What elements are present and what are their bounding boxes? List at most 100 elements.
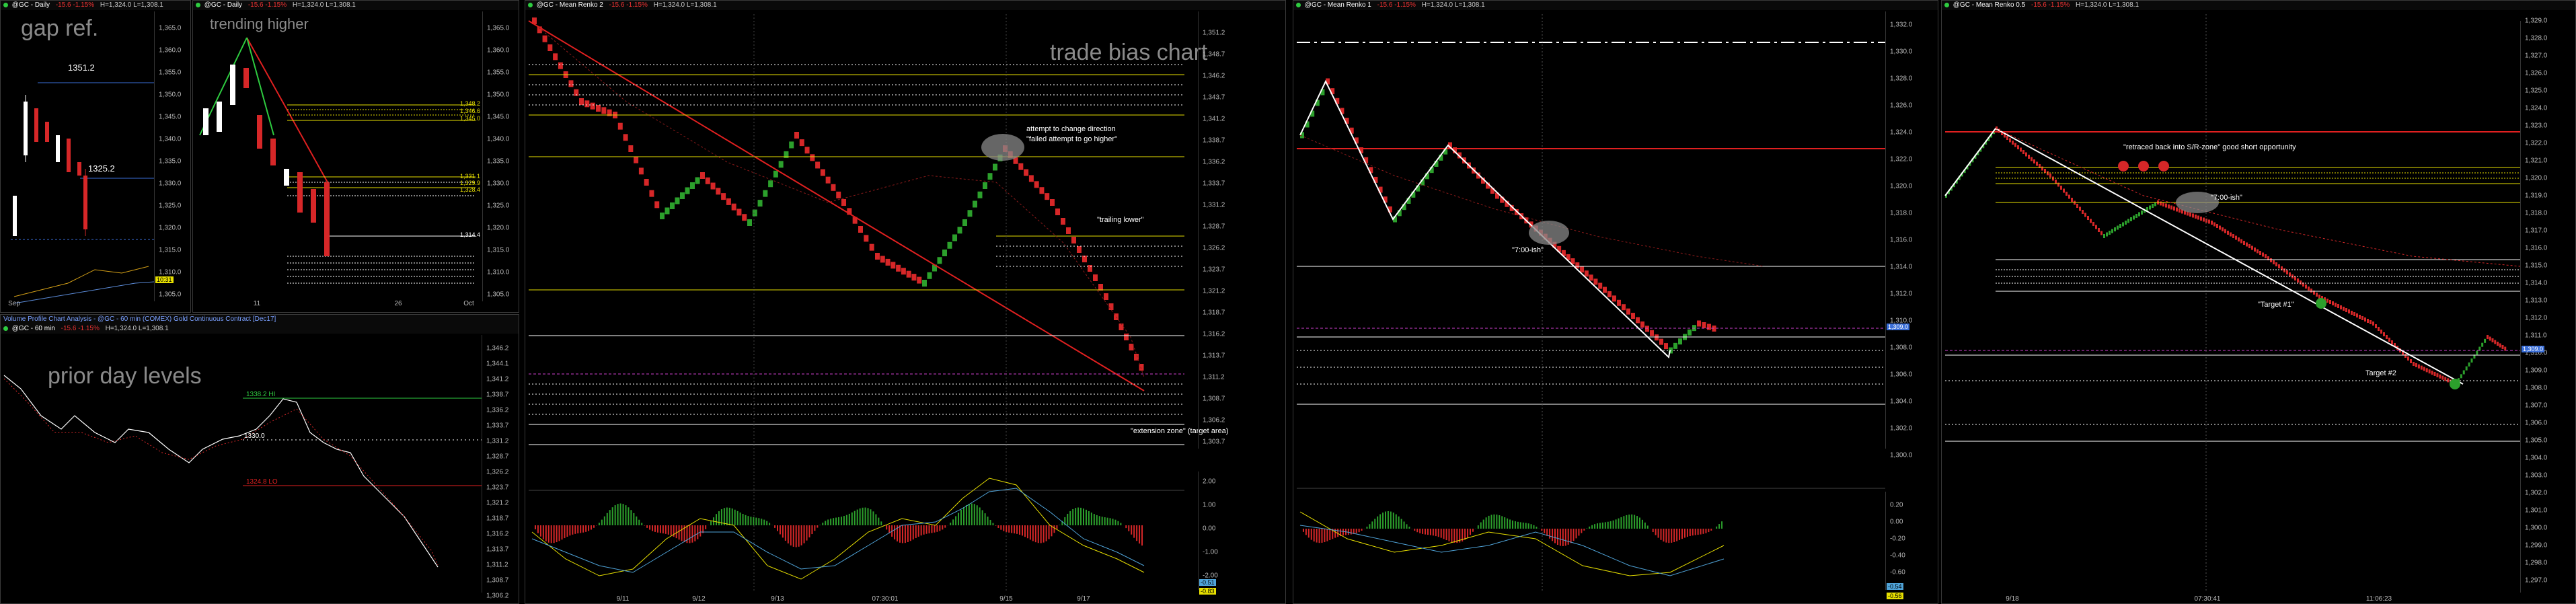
oscillator-axis[interactable]: 2.00 1.00 0.00 -1.00 -2.00 bbox=[1198, 471, 1235, 590]
histogram-bar bbox=[564, 525, 566, 539]
histogram-bar bbox=[875, 514, 877, 525]
histogram-bar bbox=[556, 525, 558, 543]
renko-brick bbox=[2254, 248, 2256, 252]
histogram-bar bbox=[1482, 519, 1484, 529]
histogram-bar bbox=[944, 525, 946, 528]
histogram-bar bbox=[1101, 517, 1103, 525]
y-axis[interactable]: 1,329.0 1,328.0 1,327.0 1,326.0 1,325.0 … bbox=[2520, 17, 2557, 593]
y-axis[interactable]: 1,365.0 1,360.0 1,355.0 1,350.0 1,345.0 … bbox=[482, 11, 519, 301]
panel-trade-bias[interactable]: @GC - Mean Renko 2 -15.6 -1.15% H=1,324.… bbox=[525, 0, 1286, 604]
level-tag: 1,328.4 bbox=[460, 186, 481, 193]
histogram-bar bbox=[1437, 529, 1439, 537]
histogram-bar bbox=[534, 525, 536, 530]
histogram-bar bbox=[817, 525, 819, 528]
renko-brick bbox=[1039, 187, 1045, 194]
renko-brick bbox=[2318, 295, 2320, 299]
histogram-bar bbox=[917, 525, 919, 537]
histogram-bar bbox=[1668, 529, 1670, 543]
renko-brick bbox=[2109, 231, 2111, 235]
price-plot bbox=[528, 14, 1184, 593]
histogram-bar bbox=[790, 525, 792, 545]
histogram-bar bbox=[939, 525, 941, 531]
renko-brick bbox=[1018, 163, 1024, 170]
renko-brick bbox=[2168, 204, 2170, 209]
histogram-bar bbox=[766, 521, 768, 525]
renko-brick bbox=[1640, 321, 1644, 328]
renko-brick bbox=[2246, 242, 2248, 247]
renko-brick bbox=[957, 227, 962, 234]
histogram-bar bbox=[942, 525, 944, 530]
y-tick: 1,320.0 bbox=[1890, 182, 1913, 190]
y-axis[interactable]: 1,332.0 1,330.0 1,328.0 1,326.0 1,324.0 … bbox=[1885, 11, 1922, 459]
y-tick: 1,355.0 bbox=[487, 69, 510, 77]
oscillator-axis[interactable]: 0.20 0.00 -0.20 -0.40 -0.60 bbox=[1885, 492, 1922, 590]
histogram-bar bbox=[960, 509, 962, 525]
renko-brick bbox=[2232, 234, 2234, 238]
x-tick: 9/17 bbox=[1077, 595, 1090, 603]
renko-brick bbox=[2273, 260, 2275, 264]
y-tick: 1,335.0 bbox=[487, 157, 510, 165]
histogram-bar bbox=[1512, 520, 1513, 529]
histogram-bar bbox=[1302, 529, 1304, 532]
y-axis[interactable]: 1,351.2 1,348.7 1,346.2 1,343.7 1,341.2 … bbox=[1198, 11, 1235, 449]
y-tick: 1,302.0 bbox=[1890, 424, 1913, 432]
renko-brick bbox=[2095, 225, 2097, 229]
histogram-bar bbox=[617, 504, 619, 525]
renko-brick bbox=[2031, 157, 2033, 161]
y-tick: 1,312.0 bbox=[1890, 290, 1913, 298]
osc-tick: -0.60 bbox=[1890, 568, 1905, 576]
histogram-bar bbox=[1581, 529, 1583, 533]
renko-bricks bbox=[1945, 126, 2507, 386]
renko-brick bbox=[584, 100, 590, 108]
histogram-bar bbox=[628, 507, 630, 525]
histogram-bar bbox=[1117, 521, 1119, 525]
osc-value-tag: -0.54 bbox=[1887, 583, 1903, 590]
renko-brick bbox=[789, 141, 794, 149]
panel-mean-renko-1[interactable]: @GC - Mean Renko 1 -15.6 -1.15% H=1,324.… bbox=[1293, 0, 1938, 604]
histogram-bar bbox=[1096, 515, 1098, 525]
renko-brick bbox=[1697, 320, 1701, 327]
histogram-bar bbox=[619, 503, 621, 525]
renko-brick bbox=[987, 173, 993, 180]
y-tick: 1,318.0 bbox=[2525, 209, 2548, 217]
histogram-bar bbox=[859, 508, 861, 525]
histogram-bar bbox=[1601, 522, 1603, 529]
renko-brick bbox=[736, 209, 742, 216]
histogram-bar bbox=[798, 525, 800, 547]
renko-brick bbox=[2335, 303, 2337, 307]
panel-60min[interactable]: Volume Profile Chart Analysis - @GC - 60… bbox=[0, 314, 519, 604]
histogram-bar bbox=[1043, 525, 1045, 543]
y-axis[interactable]: 1,365.0 1,360.0 1,355.0 1,350.0 1,345.0 … bbox=[154, 11, 190, 301]
histogram-bar bbox=[1029, 525, 1031, 540]
y-tick: 1,305.0 bbox=[2525, 437, 2548, 445]
panel-daily-gap[interactable]: @GC - Daily -15.6 -1.15% H=1,324.0 L=1,3… bbox=[0, 0, 191, 313]
histogram-bar bbox=[931, 525, 933, 533]
panel-mean-renko-05[interactable]: @GC - Mean Renko 0.5 -15.6 -1.15% H=1,32… bbox=[1941, 0, 2576, 604]
renko-brick bbox=[2230, 232, 2232, 237]
renko-brick bbox=[2345, 308, 2347, 312]
osc-value-tag: -0.56 bbox=[1887, 593, 1903, 599]
y-tick: 1,310.0 bbox=[487, 268, 510, 276]
y-axis[interactable]: 1,346.2 1,344.1 1,341.2 1,338.7 1,336.2 … bbox=[482, 335, 519, 600]
renko-brick bbox=[2122, 222, 2124, 227]
renko-brick bbox=[1055, 209, 1060, 215]
renko-brick bbox=[2012, 141, 2014, 145]
histogram-bar bbox=[1077, 507, 1079, 525]
renko-brick bbox=[2179, 209, 2181, 213]
histogram-bar bbox=[1045, 525, 1047, 541]
last-time-tag: 10:31 bbox=[155, 276, 174, 283]
renko-brick bbox=[542, 35, 547, 42]
y-tick: 1,297.0 bbox=[2525, 576, 2548, 584]
renko-brick bbox=[2439, 374, 2441, 379]
panel-daily-trending[interactable]: @GC - Daily -15.6 -1.15% H=1,324.0 L=1,3… bbox=[192, 0, 519, 313]
y-tick: 1,321.2 bbox=[486, 499, 509, 507]
renko-brick bbox=[2189, 213, 2191, 217]
renko-brick bbox=[2251, 246, 2253, 250]
histogram-bar bbox=[588, 525, 590, 531]
renko-brick bbox=[815, 161, 821, 169]
renko-brick bbox=[1650, 330, 1654, 336]
renko-brick bbox=[977, 191, 983, 198]
renko-brick bbox=[2197, 215, 2199, 220]
renko-brick bbox=[1612, 295, 1616, 302]
histogram-bar bbox=[1443, 529, 1445, 539]
